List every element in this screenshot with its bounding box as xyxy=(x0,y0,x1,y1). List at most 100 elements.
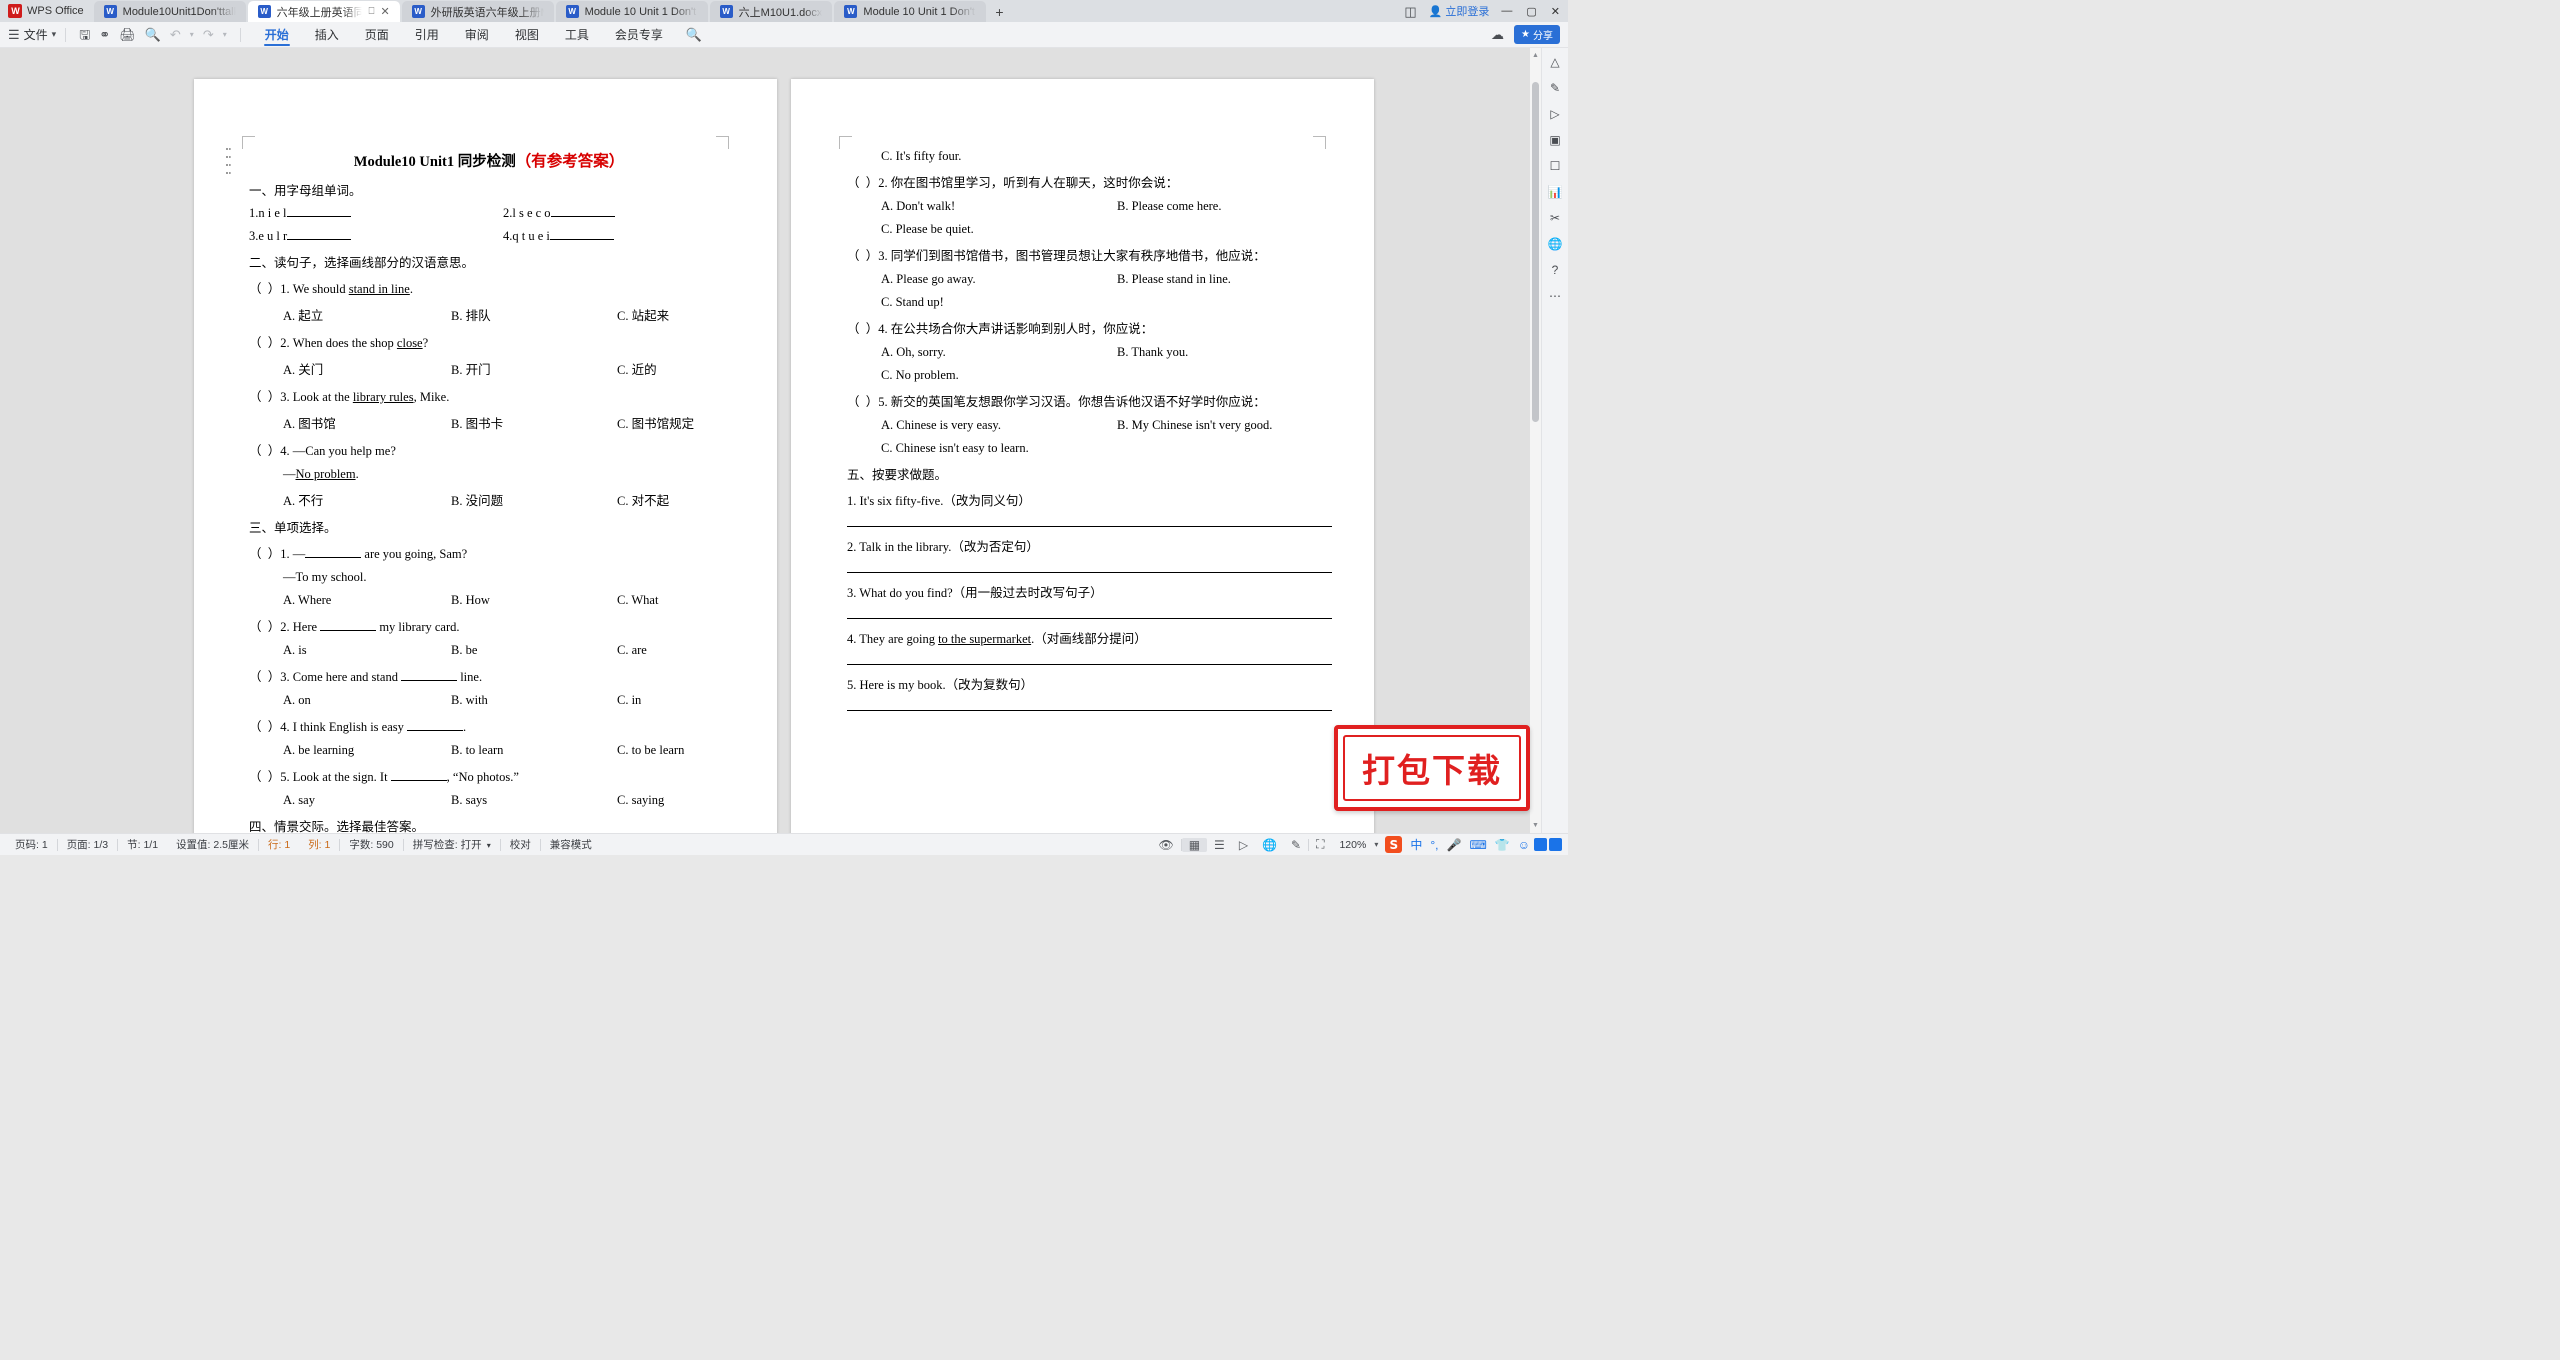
download-stamp[interactable]: 打包下载 xyxy=(1334,725,1530,811)
sogou-ime-icon[interactable]: S xyxy=(1385,836,1403,853)
ribbon-tab-page[interactable]: 页面 xyxy=(352,22,402,48)
answer-blank[interactable] xyxy=(407,730,463,731)
status-compatibility-mode[interactable]: 兼容模式 xyxy=(541,837,601,852)
redo-icon[interactable]: ↷ xyxy=(203,28,214,41)
undo-dropdown-icon[interactable]: ▾ xyxy=(190,30,194,39)
document-page-right[interactable]: C. It's fifty four. （ ）2. 你在图书馆里学习，听到有人在… xyxy=(791,79,1374,833)
cursor-select-icon[interactable]: ▷ xyxy=(1550,108,1559,120)
ribbon-search-icon[interactable]: 🔍 xyxy=(676,22,712,48)
ime-emoji-icon[interactable]: ☺ xyxy=(1514,838,1534,852)
status-page-number[interactable]: 页码: 1 xyxy=(6,837,57,852)
ocr-text-icon[interactable]: ▣ xyxy=(1549,134,1560,146)
undo-icon[interactable]: ↶ xyxy=(170,28,181,41)
answer-line[interactable] xyxy=(847,664,1332,665)
document-tab-2[interactable]: W 外研版英语六年级上册Module 10 分 xyxy=(401,1,554,22)
ribbon-tab-references[interactable]: 引用 xyxy=(402,22,452,48)
scrollbar-thumb[interactable] xyxy=(1532,82,1539,422)
chart-icon[interactable]: 📊 xyxy=(1548,186,1563,198)
cloud-upload-icon[interactable]: ☁ xyxy=(1491,28,1504,41)
collapse-rail-icon[interactable]: △ xyxy=(1550,56,1559,68)
status-word-count[interactable]: 字数: 590 xyxy=(340,837,402,852)
wps-office-logo[interactable]: W WPS Office xyxy=(2,0,94,22)
print-icon[interactable]: 🖨 xyxy=(119,28,136,41)
ime-punctuation-icon[interactable]: °, xyxy=(1426,838,1442,852)
answer-blank[interactable] xyxy=(305,557,362,558)
zoom-level[interactable]: 120% xyxy=(1331,839,1371,851)
ime-chinese-icon[interactable]: 中 xyxy=(1406,836,1426,853)
ime-apps-icon[interactable] xyxy=(1534,838,1547,851)
outline-view-icon[interactable]: ☰ xyxy=(1207,838,1232,852)
cloud-sync-icon[interactable]: ⚭ xyxy=(99,28,110,41)
q-no: 1. xyxy=(280,547,290,561)
paragraph-handle[interactable] xyxy=(226,148,231,174)
document-page-left[interactable]: Module10 Unit1 同步检测（有参考答案） 一、用字母组单词。 1.n… xyxy=(194,79,777,833)
answer-line[interactable] xyxy=(847,572,1332,573)
answer-line[interactable] xyxy=(847,526,1332,527)
close-tab-icon[interactable]: ✕ xyxy=(380,5,389,18)
ribbon-tab-view[interactable]: 视图 xyxy=(502,22,552,48)
ribbon-tab-tools[interactable]: 工具 xyxy=(552,22,602,48)
document-tab-1-active[interactable]: W 六年级上册英语同步练习-moc ⎕ ✕ xyxy=(247,1,400,22)
document-tab-5[interactable]: W Module 10 Unit 1 Don't talk in the xyxy=(834,1,987,22)
answer-blank[interactable] xyxy=(390,780,447,781)
answer-blank[interactable] xyxy=(401,680,458,681)
document-tab-4[interactable]: W 六上M10U1.docx xyxy=(709,1,833,22)
login-button[interactable]: 👤 立即登录 xyxy=(1429,3,1490,19)
divider xyxy=(239,27,241,42)
maximize-button[interactable]: ▢ xyxy=(1526,5,1536,18)
answer-blank[interactable] xyxy=(550,216,615,217)
ime-settings-icon[interactable] xyxy=(1549,838,1562,851)
edit-pen-icon[interactable]: ✎ xyxy=(1550,82,1560,94)
ime-keyboard-icon[interactable]: ⌨ xyxy=(1465,838,1490,852)
vertical-scrollbar[interactable]: ▲ ▼ xyxy=(1530,48,1541,833)
document-tab-3[interactable]: W Module 10 Unit 1 Don't talk in the xyxy=(555,1,708,22)
save-icon[interactable]: 🖫 xyxy=(79,28,90,41)
fullscreen-icon[interactable]: ⛶ xyxy=(1309,837,1331,852)
scroll-down-arrow[interactable]: ▼ xyxy=(1532,822,1539,829)
sidebar-toggle-icon[interactable]: ◫ xyxy=(1404,5,1416,18)
section-4-heading: 四、情景交际。选择最佳答案。 xyxy=(249,820,425,833)
item-no: 1. xyxy=(249,206,259,220)
answer-line[interactable] xyxy=(847,618,1332,619)
status-row[interactable]: 行: 1 xyxy=(259,837,299,852)
share-button[interactable]: ★ 分享 xyxy=(1514,25,1560,44)
ime-voice-icon[interactable]: 🎤 xyxy=(1443,838,1466,852)
minimize-button[interactable]: — xyxy=(1501,5,1512,17)
status-page-count[interactable]: 页面: 1/3 xyxy=(58,837,117,852)
translate-icon[interactable]: 🌐 xyxy=(1548,238,1563,250)
file-menu-button[interactable]: ☰ 文件 ▾ xyxy=(8,26,60,43)
status-column[interactable]: 列: 1 xyxy=(299,837,339,852)
ribbon-tab-member[interactable]: 会员专享 xyxy=(602,22,676,48)
answer-blank[interactable] xyxy=(286,216,351,217)
ribbon-tab-review[interactable]: 审阅 xyxy=(452,22,502,48)
chevron-down-icon[interactable]: ▾ xyxy=(485,841,491,850)
eye-preview-icon[interactable]: 👁 xyxy=(1151,838,1180,852)
close-window-button[interactable]: ✕ xyxy=(1551,5,1560,18)
scroll-up-arrow[interactable]: ▲ xyxy=(1532,52,1539,59)
answer-line[interactable] xyxy=(847,710,1332,711)
more-options-icon[interactable]: ⋯ xyxy=(1549,290,1561,302)
help-icon[interactable]: ? xyxy=(1552,264,1559,276)
picture-icon[interactable]: ☐ xyxy=(1550,160,1561,172)
reading-view-icon[interactable]: ▷ xyxy=(1232,838,1255,852)
answer-blank[interactable] xyxy=(287,239,352,240)
ime-skin-icon[interactable]: 👕 xyxy=(1491,838,1514,852)
redo-dropdown-icon[interactable]: ▾ xyxy=(223,30,227,39)
zoom-dropdown-icon[interactable]: ▾ xyxy=(1371,840,1381,849)
document-tab-0[interactable]: W Module10Unit1Don'ttalkinthelibrar xyxy=(93,1,246,22)
answer-blank[interactable] xyxy=(549,239,614,240)
status-section[interactable]: 节: 1/1 xyxy=(118,837,167,852)
status-setting-value[interactable]: 设置值: 2.5厘米 xyxy=(167,837,258,852)
scissors-icon[interactable]: ✂ xyxy=(1550,212,1560,224)
monitor-icon[interactable]: ⎕ xyxy=(368,6,374,17)
ribbon-tab-home[interactable]: 开始 xyxy=(252,22,302,48)
answer-blank[interactable] xyxy=(320,630,377,631)
print-preview-icon[interactable]: 🔍 xyxy=(145,28,161,41)
brush-view-icon[interactable]: ✎ xyxy=(1284,838,1308,852)
ribbon-tab-insert[interactable]: 插入 xyxy=(302,22,352,48)
web-view-icon[interactable]: 🌐 xyxy=(1255,838,1284,852)
page-view-icon[interactable]: ▦ xyxy=(1181,837,1208,852)
status-spellcheck[interactable]: 拼写检查: 打开 ▾ xyxy=(404,837,500,852)
status-proofread[interactable]: 校对 xyxy=(501,837,540,852)
new-tab-button[interactable]: + xyxy=(988,1,1010,22)
